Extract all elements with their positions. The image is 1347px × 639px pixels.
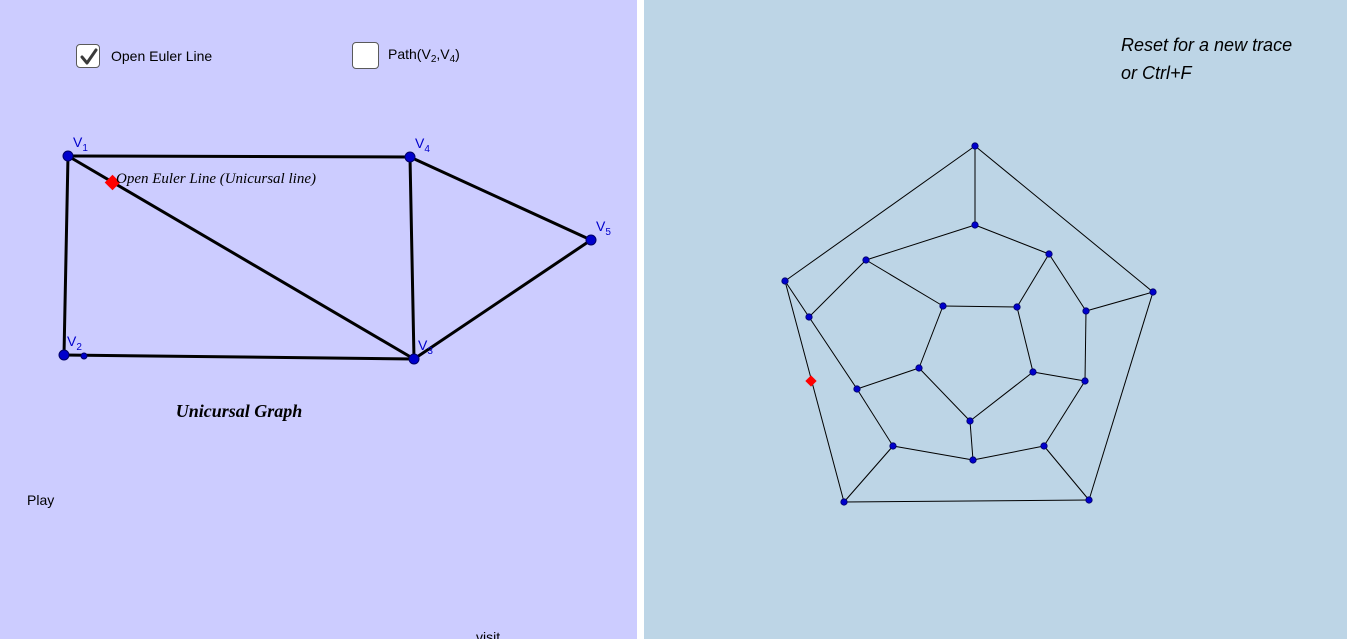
dodecahedron-edge: [1085, 291, 1154, 312]
dodecahedron-edge: [969, 420, 974, 461]
dodecahedron-vertex[interactable]: [915, 364, 923, 372]
vertex-v5[interactable]: [585, 234, 597, 246]
dodecahedron-canvas[interactable]: [644, 0, 1347, 639]
trace-point[interactable]: [805, 375, 817, 387]
dodecahedron-edge: [808, 259, 867, 318]
dodecahedron-edge: [843, 445, 894, 503]
graph-canvas[interactable]: V1 V2 V3 V4 V5 Open Euler Line (Unicursa…: [0, 0, 637, 639]
edge-v2-v3[interactable]: [62, 353, 416, 361]
vertex-label-v4: V4: [415, 135, 430, 155]
dodecahedron-edge: [942, 305, 1018, 308]
dodecahedron-vertex[interactable]: [1085, 496, 1093, 504]
dodecahedron-vertex[interactable]: [889, 442, 897, 450]
vertex-label-v5: V5: [596, 218, 611, 238]
dodecahedron-edge: [856, 388, 894, 447]
dodecahedron-vertex[interactable]: [1045, 250, 1053, 258]
dodecahedron-vertex[interactable]: [862, 256, 870, 264]
graph-construction-panel: Open Euler Line Path(V2,V4) V1 V2 V3 V4 …: [0, 0, 637, 639]
dodecahedron-vertex[interactable]: [1081, 377, 1089, 385]
edge-v5-v3[interactable]: [412, 238, 593, 361]
dodecahedron-vertex[interactable]: [1082, 307, 1090, 315]
dodecahedron-vertex[interactable]: [1013, 303, 1021, 311]
dodecahedron-graph-panel: Reset for a new trace or Ctrl+F: [644, 0, 1347, 639]
dodecahedron-vertex[interactable]: [805, 313, 813, 321]
dodecahedron-edge: [808, 316, 858, 390]
dodecahedron-vertex[interactable]: [853, 385, 861, 393]
dodecahedron-edge: [1016, 306, 1034, 373]
dodecahedron-edge: [1043, 445, 1090, 501]
dodecahedron-edge: [1043, 380, 1086, 447]
dodecahedron-vertex[interactable]: [1040, 442, 1048, 450]
edge-v4-v3[interactable]: [408, 155, 416, 361]
dodecahedron-vertex[interactable]: [969, 456, 977, 464]
dodecahedron-vertex[interactable]: [971, 221, 979, 229]
dodecahedron-edge: [843, 499, 1090, 503]
edge-v4-v5[interactable]: [408, 155, 593, 242]
dodecahedron-edge: [1016, 253, 1050, 308]
edge-v1-v2[interactable]: [62, 154, 70, 357]
visit-link[interactable]: visit: [476, 629, 500, 639]
vertex-v4[interactable]: [404, 151, 416, 163]
dodecahedron-edge: [784, 145, 976, 282]
vertex-label-v2: V2: [67, 333, 82, 353]
graph-title: Unicursal Graph: [176, 401, 303, 421]
dodecahedron-edge: [918, 367, 971, 422]
dodecahedron-vertices: [781, 142, 1157, 506]
vertex-label-v1: V1: [73, 134, 88, 154]
dodecahedron-edge: [784, 280, 810, 318]
dodecahedron-vertex[interactable]: [1149, 288, 1157, 296]
dodecahedron-vertex[interactable]: [966, 417, 974, 425]
dodecahedron-vertex[interactable]: [840, 498, 848, 506]
dodecahedron-vertex[interactable]: [781, 277, 789, 285]
dodecahedron-vertex[interactable]: [971, 142, 979, 150]
vertex-v3[interactable]: [408, 353, 420, 365]
vertex-v1[interactable]: [62, 150, 74, 162]
vertex-v2[interactable]: [58, 349, 70, 361]
dodecahedron-edge: [865, 224, 976, 261]
vertex-point-small[interactable]: [80, 352, 88, 360]
tracer-caption: Open Euler Line (Unicursal line): [116, 171, 316, 187]
dodecahedron-edge: [865, 259, 944, 307]
dodecahedron-edges: [784, 145, 1154, 503]
dodecahedron-edge: [892, 445, 974, 461]
dodecahedron-edge: [918, 305, 944, 369]
dodecahedron-edge: [974, 145, 1154, 293]
dodecahedron-edge: [974, 224, 1050, 255]
edge-v1-v4[interactable]: [66, 154, 412, 159]
dodecahedron-vertex[interactable]: [1029, 368, 1037, 376]
dodecahedron-edge: [856, 367, 920, 390]
dodecahedron-edge: [784, 280, 845, 503]
dodecahedron-edge: [1032, 371, 1086, 382]
dodecahedron-vertex[interactable]: [939, 302, 947, 310]
dodecahedron-edge: [1048, 253, 1087, 312]
dodecahedron-edge: [969, 371, 1034, 422]
dodecahedron-edge: [1084, 310, 1087, 382]
dodecahedron-edge: [1088, 291, 1154, 501]
dodecahedron-edge: [972, 445, 1045, 461]
play-button[interactable]: Play: [27, 492, 54, 508]
panel-divider[interactable]: [637, 0, 644, 639]
